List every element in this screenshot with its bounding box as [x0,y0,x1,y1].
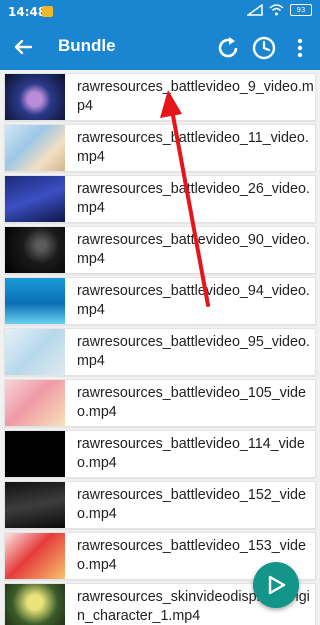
file-name: rawresources_battlevideo_95_video.mp4 [77,334,310,369]
video-thumbnail [5,176,65,222]
status-bar: 14:48 93 [0,0,320,24]
list-item[interactable]: rawresources_battlevideo_26_video.mp4 [4,175,316,223]
list-item[interactable]: rawresources_battlevideo_90_video.mp4 [4,226,316,274]
notification-icon [42,6,53,17]
screen: 14:48 93 Bundle rawresources_battlevideo… [0,0,320,625]
list-item[interactable]: rawresources_battlevideo_114_video.mp4 [4,430,316,478]
list-item[interactable]: rawresources_battlevideo_9_video.mp4 [4,73,316,121]
file-name: rawresources_battlevideo_114_video.mp4 [77,436,305,471]
battery-icon: 93 [290,4,312,16]
video-thumbnail [5,584,65,625]
file-name: rawresources_battlevideo_26_video.mp4 [77,181,310,216]
play-button[interactable] [253,562,299,608]
status-icons: 93 [247,4,312,16]
video-thumbnail [5,533,65,579]
signal-icon [247,4,263,16]
file-name: rawresources_battlevideo_11_video.mp4 [77,130,309,165]
more-vert-icon[interactable] [290,36,310,60]
play-icon [268,575,286,595]
clock-icon[interactable] [250,34,278,62]
file-name: rawresources_battlevideo_152_video.mp4 [77,487,306,522]
file-list: rawresources_battlevideo_9_video.mp4 raw… [0,70,320,625]
video-thumbnail [5,278,65,324]
list-item[interactable]: rawresources_battlevideo_152_video.mp4 [4,481,316,529]
file-name: rawresources_battlevideo_94_video.mp4 [77,283,310,318]
video-thumbnail [5,227,65,273]
app-bar: Bundle [0,24,320,70]
status-time: 14:48 [8,5,47,19]
video-thumbnail [5,125,65,171]
file-name: rawresources_battlevideo_9_video.mp4 [77,79,314,114]
list-item[interactable]: rawresources_battlevideo_11_video.mp4 [4,124,316,172]
list-item[interactable]: rawresources_battlevideo_95_video.mp4 [4,328,316,376]
list-item[interactable]: rawresources_battlevideo_105_video.mp4 [4,379,316,427]
video-thumbnail [5,329,65,375]
video-thumbnail [5,431,65,477]
file-name: rawresources_battlevideo_105_video.mp4 [77,385,306,420]
file-name: rawresources_battlevideo_90_video.mp4 [77,232,310,267]
arrow-left-icon[interactable] [10,34,36,60]
list-item[interactable]: rawresources_battlevideo_94_video.mp4 [4,277,316,325]
video-thumbnail [5,380,65,426]
wifi-icon [269,4,284,16]
video-thumbnail [5,74,65,120]
video-thumbnail [5,482,65,528]
page-title: Bundle [58,36,116,55]
refresh-icon[interactable] [214,34,242,62]
